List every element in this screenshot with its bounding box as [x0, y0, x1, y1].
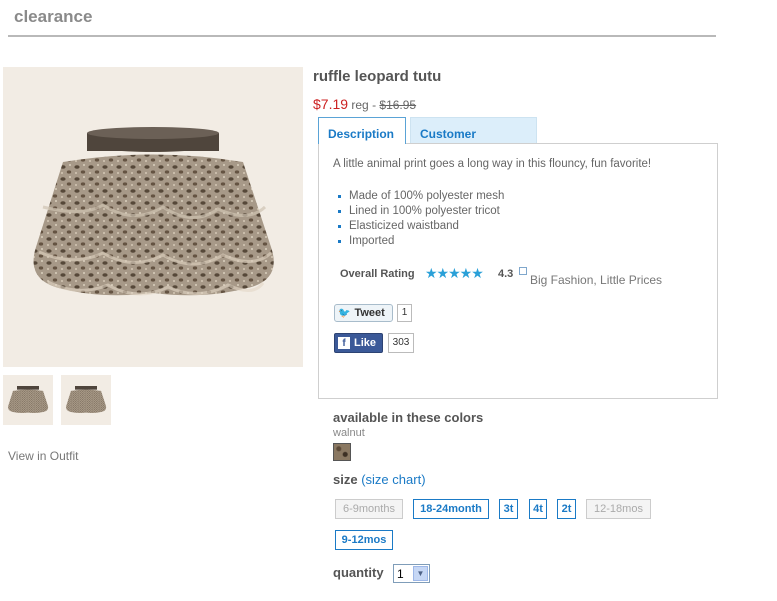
product-thumbnail-2[interactable]	[61, 375, 111, 425]
product-title: ruffle leopard tutu	[313, 68, 442, 85]
rating-stars-icon: ★★★★★	[425, 265, 484, 281]
facebook-icon: f	[338, 337, 350, 349]
rating-value: 4.3	[498, 268, 514, 280]
list-item: Lined in 100% polyester tricot	[337, 204, 504, 219]
view-in-outfit-link[interactable]: View in Outfit	[8, 449, 78, 463]
size-option-4t[interactable]: 4t	[529, 499, 547, 519]
quantity-value: 1	[397, 567, 404, 581]
tab-customer-reviews[interactable]: Customer Reviews	[410, 117, 537, 155]
size-paren-close: )	[421, 472, 426, 487]
tweet-count: 1	[397, 304, 412, 322]
like-count: 303	[388, 333, 414, 353]
thumbnail-image-1	[3, 375, 53, 425]
selected-color-name: walnut	[333, 427, 365, 439]
size-option-6-9months[interactable]: 6-9months	[335, 499, 403, 519]
section-title: clearance	[14, 7, 93, 26]
rating-tagline: Big Fashion, Little Prices	[530, 273, 663, 287]
chevron-down-icon[interactable]: ▼	[413, 566, 428, 581]
size-option-18-24month[interactable]: 18-24month	[413, 499, 489, 519]
facebook-like-button[interactable]: f Like	[334, 333, 383, 353]
size-option-12-18mos[interactable]: 12-18mos	[586, 499, 651, 519]
like-label: Like	[354, 337, 377, 349]
header-divider	[8, 35, 716, 37]
list-item: Elasticized waistband	[337, 219, 504, 234]
size-option-9-12mos[interactable]: 9-12mos	[335, 530, 393, 550]
tweet-button[interactable]: 🐦 Tweet	[334, 304, 393, 322]
colors-heading: available in these colors	[333, 410, 484, 425]
size-option-3t[interactable]: 3t	[499, 499, 518, 519]
overall-rating-label: Overall Rating	[340, 268, 415, 280]
color-swatch-walnut[interactable]	[333, 443, 351, 461]
tutu-illustration	[3, 67, 303, 367]
twitter-bird-icon: 🐦	[338, 307, 351, 319]
size-label: size	[333, 472, 358, 487]
tweet-label: Tweet	[354, 307, 385, 319]
regular-price: $16.95	[379, 98, 417, 112]
quantity-select[interactable]: 1 ▼	[393, 564, 430, 583]
external-link-icon[interactable]	[519, 267, 527, 275]
size-option-2t[interactable]: 2t	[557, 499, 576, 519]
price-row: $7.19 reg - $16.95	[313, 96, 416, 112]
size-heading: size (size chart)	[333, 472, 426, 487]
tab-description[interactable]: Description	[318, 117, 406, 144]
list-item: Imported	[337, 234, 504, 249]
regular-price-label: reg -	[351, 98, 380, 112]
feature-list: Made of 100% polyester mesh Lined in 100…	[337, 189, 504, 249]
thumbnail-image-2	[61, 375, 111, 425]
list-item: Made of 100% polyester mesh	[337, 189, 504, 204]
size-chart-link[interactable]: size chart	[366, 472, 422, 487]
quantity-label: quantity	[333, 565, 384, 580]
sale-price: $7.19	[313, 96, 349, 112]
product-thumbnail-1[interactable]	[3, 375, 53, 425]
description-text: A little animal print goes a long way in…	[333, 158, 652, 170]
product-main-image[interactable]	[3, 67, 303, 367]
